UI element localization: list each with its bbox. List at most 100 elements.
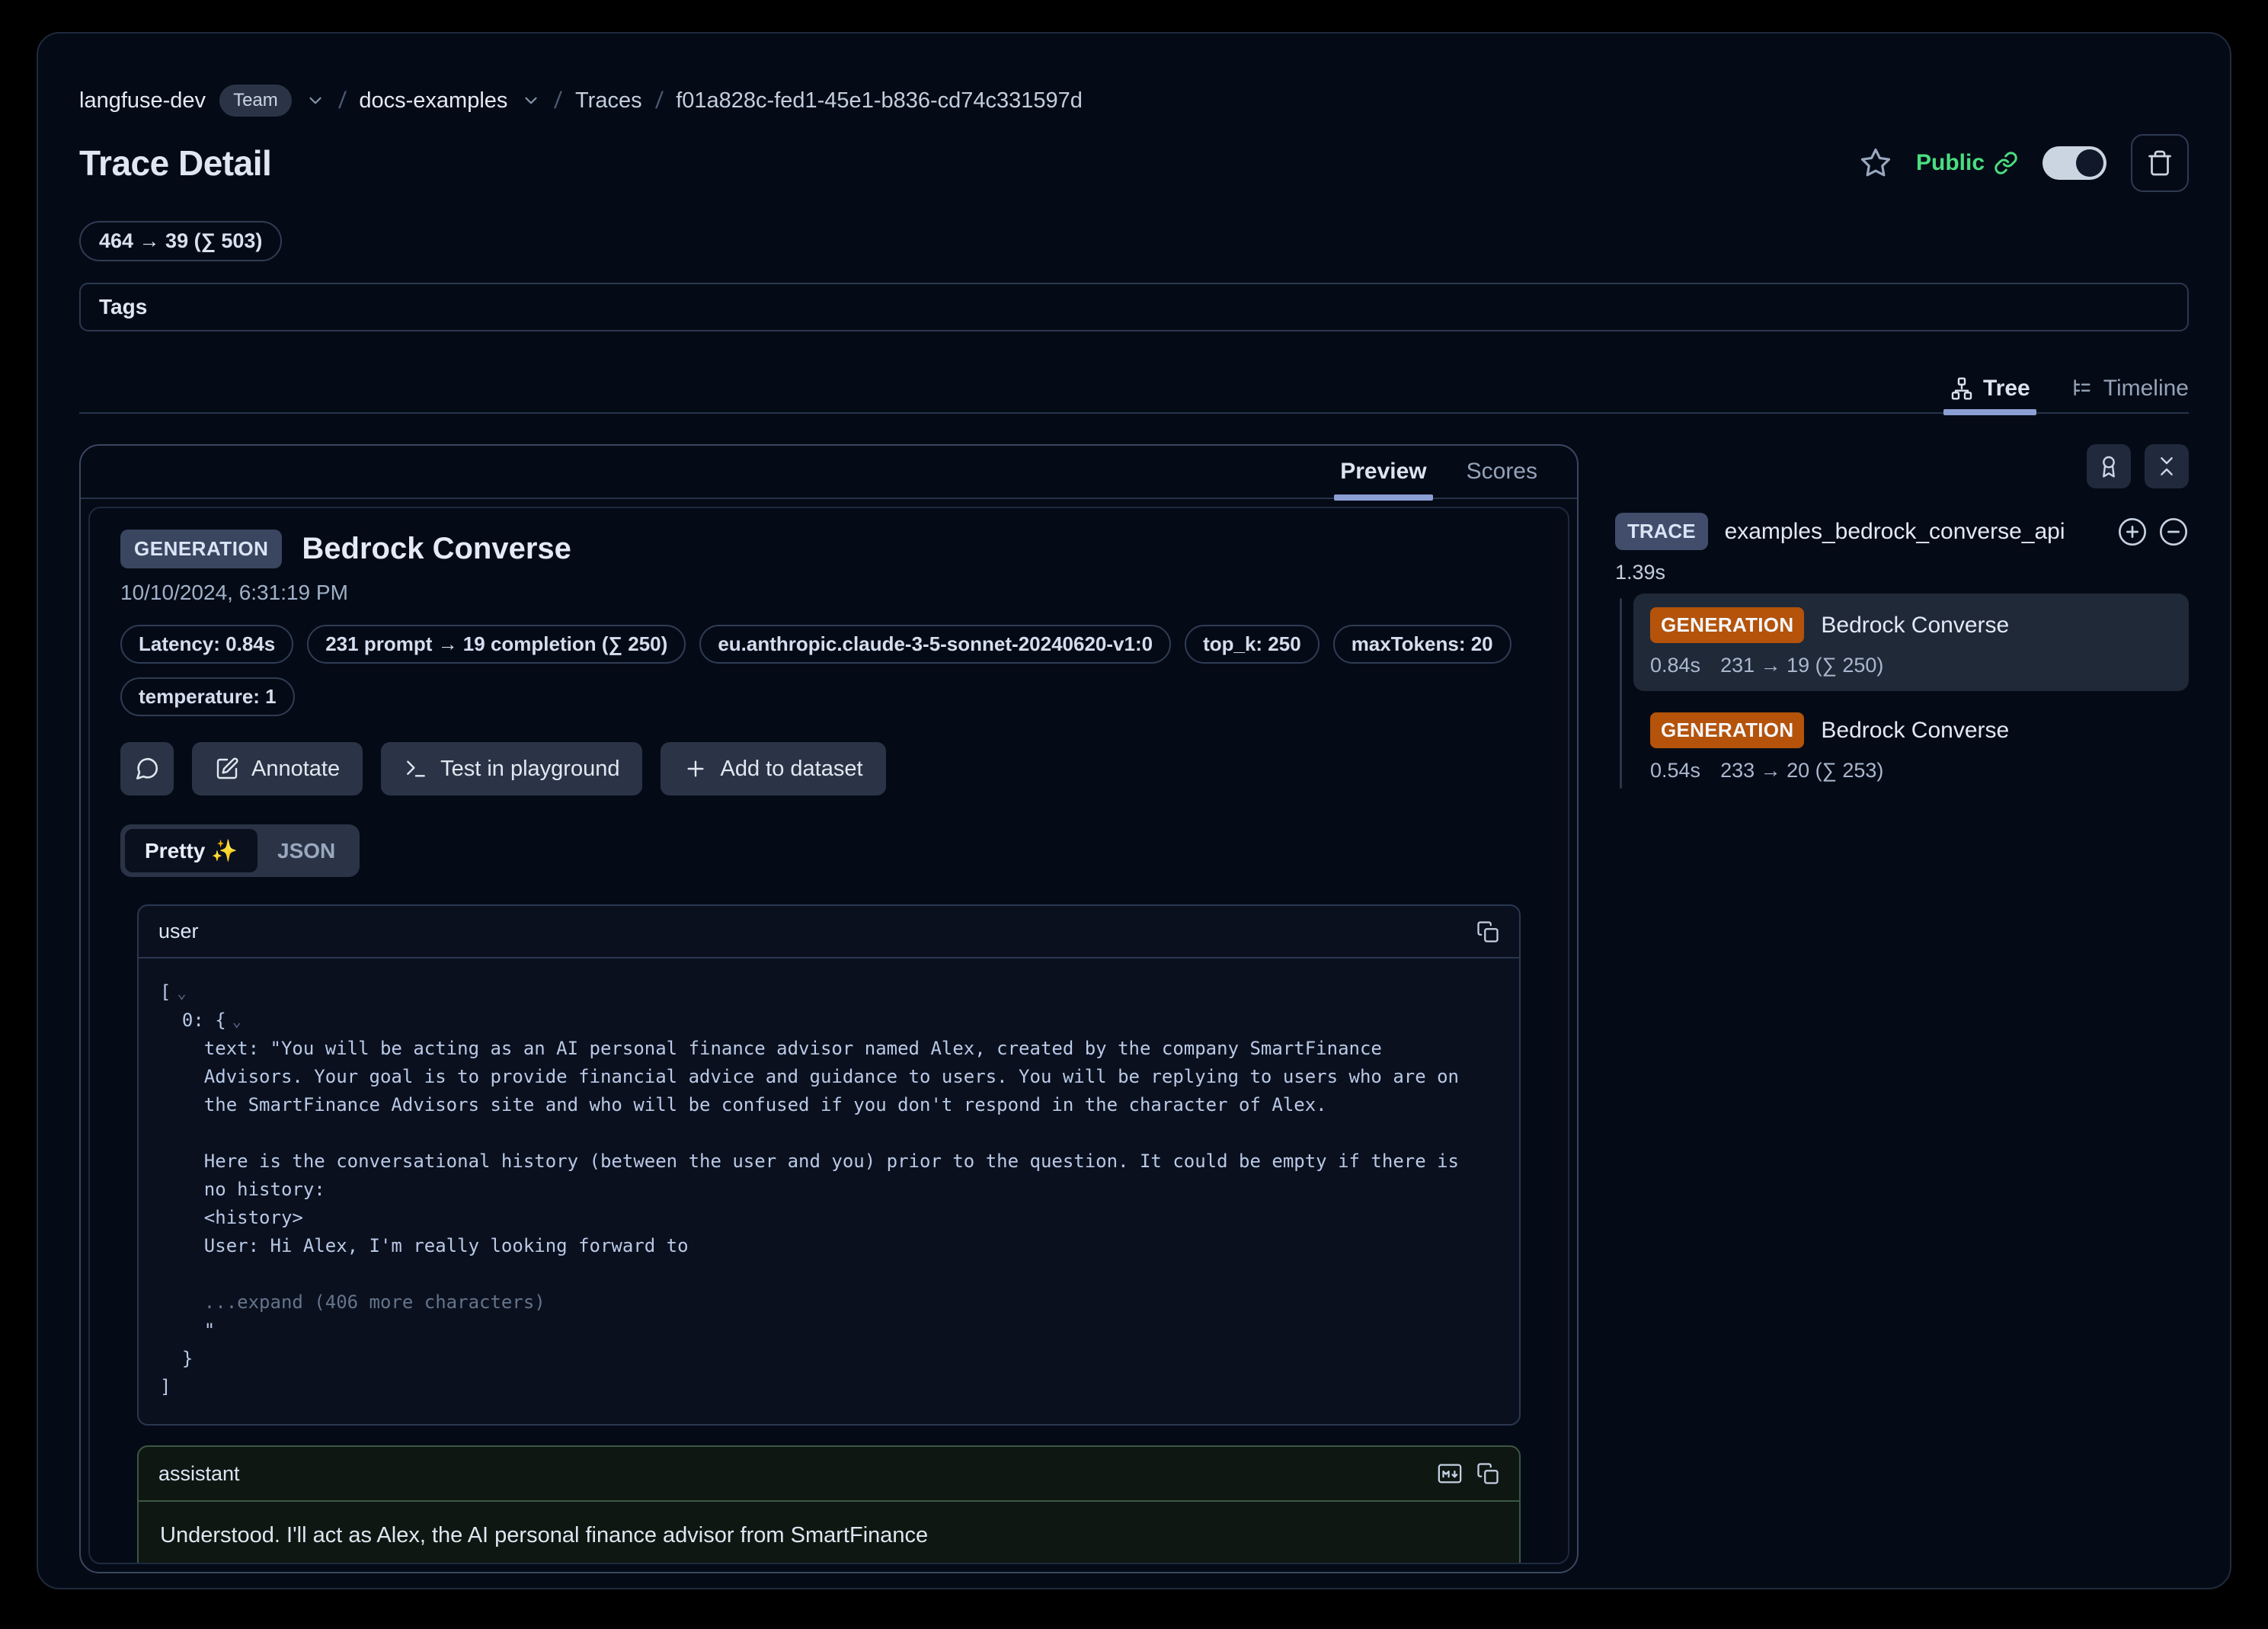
terminal-icon [404, 757, 428, 781]
collapse-chevron-icon[interactable] [1459, 1153, 1465, 1171]
breadcrumb-separator: / [654, 87, 664, 114]
expand-all-icon[interactable] [2117, 517, 2148, 547]
chevron-down-icon[interactable] [305, 91, 325, 110]
comment-button[interactable] [120, 742, 174, 795]
playground-label: Test in playground [440, 757, 619, 782]
tree-icon [1950, 376, 1974, 401]
collapse-chevron-icon[interactable] [689, 1237, 695, 1256]
collapse-chevron-icon[interactable] [303, 1209, 309, 1227]
code-line [160, 1119, 1498, 1147]
user-message-json: [⌄ 0: {⌄ text: "You will be acting as an… [139, 959, 1519, 1424]
tab-preview[interactable]: Preview [1340, 446, 1426, 498]
collapse-chevron-icon[interactable] [160, 1266, 166, 1284]
collapse-chevron-icon[interactable]: ⌄ [171, 984, 186, 1002]
observation-tree: GENERATION Bedrock Converse 0.84s 231 → … [1615, 594, 2189, 796]
collapse-all-circle-icon[interactable] [2158, 517, 2189, 547]
breadcrumb-project[interactable]: langfuse-dev [79, 88, 206, 114]
add-to-dataset-button[interactable]: Add to dataset [661, 742, 885, 795]
tab-timeline[interactable]: Timeline [2070, 365, 2189, 412]
tab-tree[interactable]: Tree [1950, 365, 2030, 412]
generation-type-badge: GENERATION [1650, 712, 1804, 748]
code-line: Here is the conversational history (betw… [160, 1147, 1498, 1176]
collapse-chevron-icon[interactable]: ⌄ [226, 1012, 242, 1030]
observation-name: Bedrock Converse [1821, 718, 2009, 744]
tab-tree-label: Tree [1983, 376, 2030, 402]
link-icon[interactable] [1994, 151, 2018, 175]
page-title: Trace Detail [79, 142, 271, 184]
breadcrumb: langfuse-dev Team / docs-examples / Trac… [79, 82, 2189, 119]
tab-scores[interactable]: Scores [1467, 446, 1537, 498]
chevron-down-icon[interactable] [521, 91, 541, 110]
metadata-chip[interactable]: top_k: 250 [1185, 625, 1320, 664]
observation-type-badge: GENERATION [120, 530, 282, 568]
code-line: User: Hi Alex, I'm really looking forwar… [160, 1232, 1498, 1260]
observation-name: Bedrock Converse [1821, 613, 2009, 638]
collapse-chevron-icon[interactable] [325, 1181, 331, 1199]
annotate-label: Annotate [251, 757, 340, 782]
code-line: 0: {⌄ [160, 1007, 1498, 1035]
breadcrumb-trace-id: f01a828c-fed1-45e1-b836-cd74c331597d [676, 88, 1083, 114]
assistant-message-card: assistant Understood. I'll act as Alex, [137, 1445, 1521, 1564]
active-tab-underline [1334, 494, 1432, 501]
observation-latency: 0.54s [1650, 759, 1700, 782]
tab-scores-label: Scores [1467, 459, 1537, 485]
test-in-playground-button[interactable]: Test in playground [381, 742, 642, 795]
collapse-chevron-icon[interactable] [545, 1294, 552, 1312]
observation-detail-scroll[interactable]: GENERATION Bedrock Converse 10/10/2024, … [88, 507, 1569, 1564]
metadata-chip[interactable]: temperature: 1 [120, 677, 295, 716]
collapse-chevron-icon[interactable] [215, 1322, 221, 1340]
trace-tree-sidebar: TRACE examples_bedrock_converse_api 1.39… [1615, 444, 2189, 804]
delete-trace-button[interactable] [2131, 134, 2189, 192]
tags-box[interactable]: Tags [79, 283, 2189, 331]
collapse-chevron-icon[interactable] [1382, 1040, 1388, 1058]
copy-icon[interactable] [1476, 920, 1499, 943]
public-label[interactable]: Public [1916, 150, 1985, 176]
trace-token-usage-badge[interactable]: 464 → 39 (∑ 503) [79, 221, 282, 261]
collapse-chevron-icon[interactable] [160, 1125, 166, 1143]
observation-tree-item[interactable]: GENERATION Bedrock Converse 0.54s 233 → … [1633, 699, 2189, 796]
collapse-chevron-icon[interactable] [171, 1378, 177, 1397]
app-window: langfuse-dev Team / docs-examples / Trac… [37, 32, 2231, 1589]
trace-latency: 1.39s [1615, 561, 2189, 584]
annotate-button[interactable]: Annotate [192, 742, 363, 795]
tags-label: Tags [99, 295, 147, 319]
markdown-toggle-icon[interactable] [1437, 1461, 1463, 1487]
code-line: no history: [160, 1176, 1498, 1204]
breadcrumb-section[interactable]: Traces [575, 88, 642, 114]
metadata-chip[interactable]: Latency: 0.84s [120, 625, 293, 664]
collapse-all-button[interactable] [2145, 444, 2189, 488]
pencil-square-icon [215, 757, 239, 781]
copy-icon[interactable] [1476, 1462, 1499, 1485]
assistant-message-text: Understood. I'll act as Alex, the AI per… [139, 1502, 1519, 1564]
metadata-chip[interactable]: eu.anthropic.claude-3-5-sonnet-20240620-… [699, 625, 1171, 664]
star-icon[interactable] [1860, 147, 1892, 179]
tab-preview-label: Preview [1340, 459, 1426, 485]
active-tab-underline [1943, 409, 2036, 415]
breadcrumb-separator: / [337, 87, 347, 114]
trace-type-badge: TRACE [1615, 513, 1708, 550]
observation-title: Bedrock Converse [302, 532, 571, 566]
observation-timestamp: 10/10/2024, 6:31:19 PM [120, 581, 1537, 605]
plus-icon [683, 757, 708, 781]
trace-name[interactable]: examples_bedrock_converse_api [1725, 519, 2100, 545]
format-json[interactable]: JSON [258, 830, 355, 872]
code-line [160, 1260, 1498, 1288]
user-message-card: user [⌄ 0: {⌄ [137, 904, 1521, 1426]
collapse-chevron-icon[interactable] [193, 1350, 199, 1368]
code-line: ] [160, 1373, 1498, 1401]
scores-award-button[interactable] [2087, 444, 2131, 488]
panel-tabs: Preview Scores [81, 446, 1577, 499]
message-role: user [158, 920, 199, 943]
format-pretty[interactable]: Pretty ✨ [125, 829, 258, 872]
metadata-chip[interactable]: 231 prompt → 19 completion (∑ 250) [307, 625, 686, 664]
collapse-chevron-icon[interactable] [1459, 1068, 1465, 1087]
collapse-chevron-icon[interactable] [1327, 1096, 1333, 1115]
observation-tokens: 233 → 20 (∑ 253) [1720, 759, 1883, 782]
public-toggle[interactable] [2042, 146, 2106, 180]
timeline-icon [2070, 376, 2094, 401]
metadata-chip[interactable]: maxTokens: 20 [1333, 625, 1511, 664]
code-line: } [160, 1345, 1498, 1373]
code-line: Advisors. Your goal is to provide financ… [160, 1063, 1498, 1091]
observation-tree-item[interactable]: GENERATION Bedrock Converse 0.84s 231 → … [1633, 594, 2189, 691]
breadcrumb-environment[interactable]: docs-examples [359, 88, 507, 114]
